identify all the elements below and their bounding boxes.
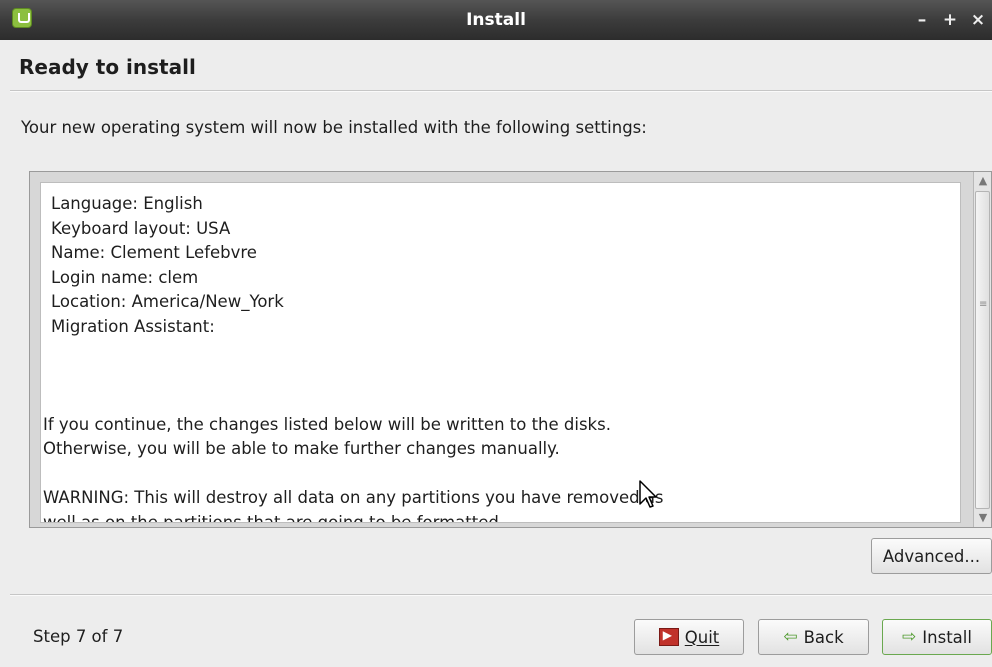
back-label: Back	[803, 627, 844, 647]
summary-text-view[interactable]: Language: English Keyboard layout: USA N…	[40, 182, 961, 523]
arrow-right-icon: ⇨	[902, 627, 917, 647]
continue-line: Otherwise, you will be able to make furt…	[43, 439, 560, 458]
summary-line: Migration Assistant:	[51, 316, 215, 336]
back-button[interactable]: ⇦ Back	[758, 619, 869, 655]
page-subtitle: Your new operating system will now be in…	[21, 118, 647, 137]
mouse-cursor-icon	[639, 480, 657, 508]
step-indicator: Step 7 of 7	[33, 627, 124, 646]
quit-button[interactable]: Quit	[634, 619, 744, 655]
vertical-scrollbar[interactable]: ▲ ≡ ▼	[973, 172, 991, 527]
warning-line: WARNING: This will destroy all data on a…	[43, 488, 664, 507]
summary-line: Location: America/New_York	[51, 292, 284, 311]
summary-frame: Language: English Keyboard layout: USA N…	[29, 171, 992, 528]
header-divider	[10, 90, 992, 92]
window-controls: – + ×	[908, 0, 992, 40]
footer-divider	[10, 594, 992, 596]
quit-icon	[658, 628, 679, 646]
continue-line: If you continue, the changes listed belo…	[43, 414, 611, 434]
summary-line: Name: Clement Lefebvre	[51, 243, 257, 262]
advanced-label: Advanced...	[882, 546, 981, 566]
close-button[interactable]: ×	[964, 0, 992, 40]
arrow-left-icon: ⇦	[783, 627, 798, 647]
grip-icon: ≡	[979, 299, 988, 310]
window-title: Install	[466, 10, 526, 30]
quit-label: Quit	[684, 627, 720, 647]
window-titlebar[interactable]: Install – + ×	[0, 0, 992, 40]
advanced-button[interactable]: Advanced...	[871, 538, 992, 574]
scroll-up-arrow-icon[interactable]: ▲	[974, 172, 992, 190]
maximize-button[interactable]: +	[936, 0, 964, 40]
summary-line: Language: English	[51, 194, 203, 213]
warning-line: well as on the partitions that are going…	[43, 512, 505, 523]
page-title: Ready to install	[19, 55, 196, 79]
scroll-thumb[interactable]: ≡	[975, 191, 990, 509]
install-label: Install	[922, 627, 972, 647]
minimize-button[interactable]: –	[908, 0, 936, 40]
summary-line: Keyboard layout: USA	[51, 218, 231, 238]
summary-line: Login name: clem	[51, 267, 199, 287]
scroll-down-arrow-icon[interactable]: ▼	[974, 509, 992, 527]
install-button[interactable]: ⇨ Install	[882, 619, 992, 655]
